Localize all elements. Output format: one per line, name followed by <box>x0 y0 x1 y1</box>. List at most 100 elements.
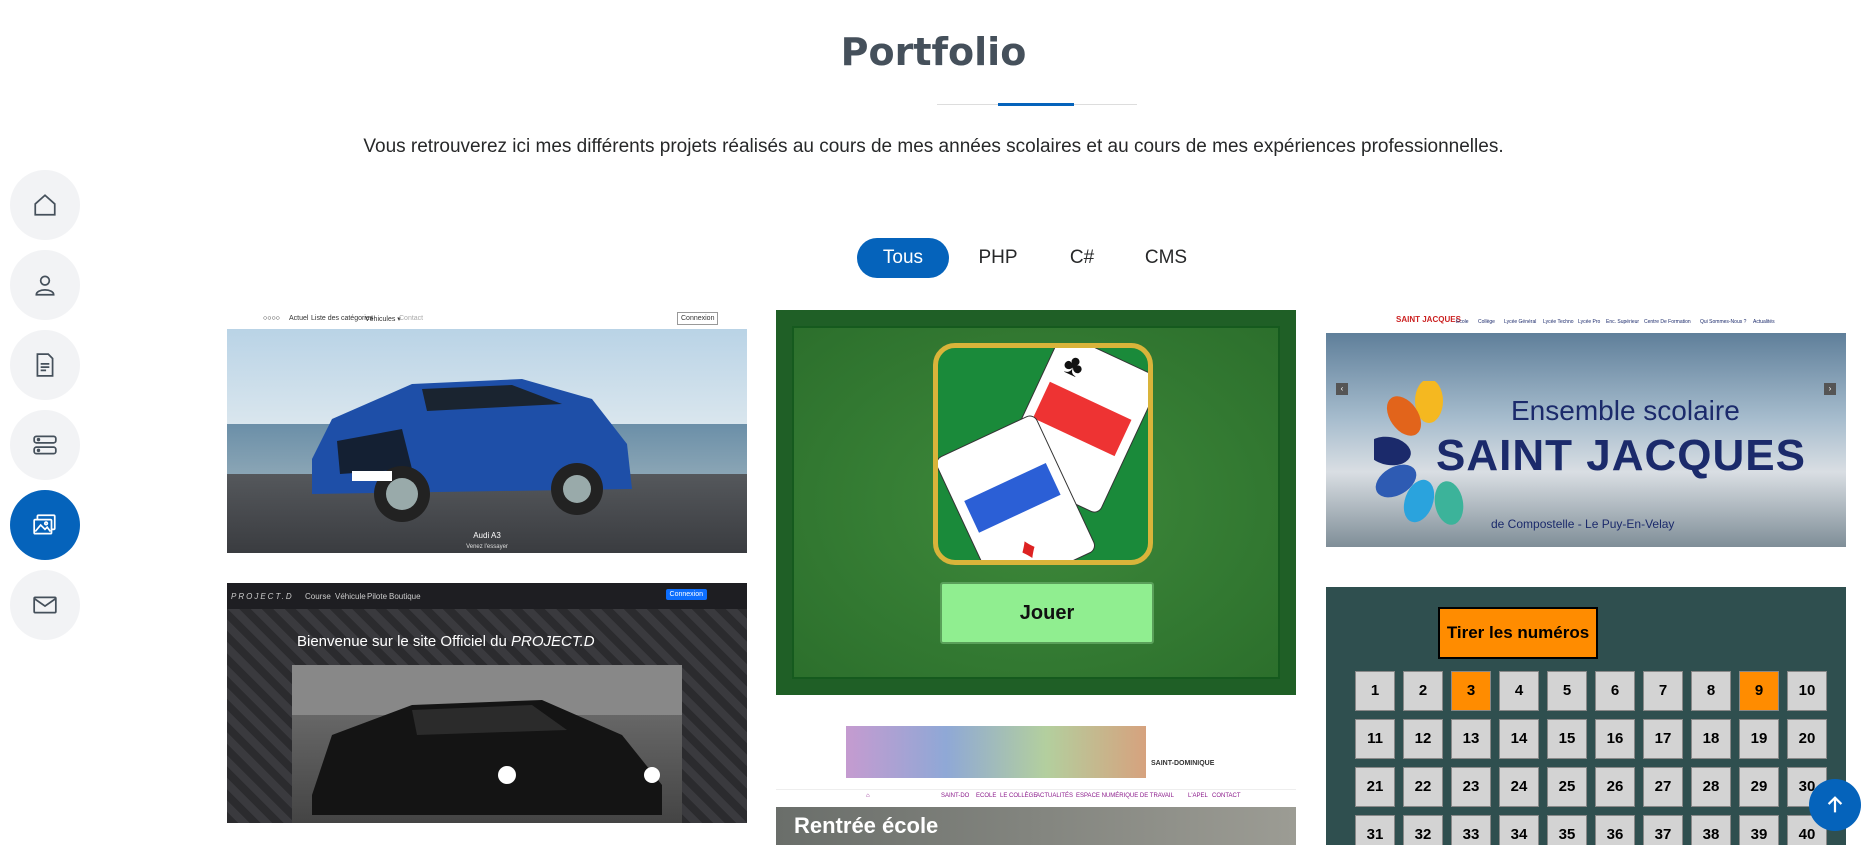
audi-subcaption: Venez l'essayer <box>466 544 508 550</box>
lotto-number-cell[interactable]: 10 <box>1787 671 1827 711</box>
project-lotto[interactable]: Tirer les numéros 1 2 3 4 5 6 7 8 9 10 11 12 13 14 15 1… <box>1326 587 1846 845</box>
lotto-number-cell[interactable]: 25 <box>1547 767 1587 807</box>
sj-nav-item: Lycée Général <box>1504 319 1537 325</box>
nav-resume-button[interactable] <box>10 330 80 400</box>
sdom-photo-collage <box>846 726 1146 778</box>
lotto-number-cell[interactable]: 6 <box>1595 671 1635 711</box>
projectd-nav-item: Boutique <box>389 592 421 601</box>
lotto-number-cell[interactable]: 16 <box>1595 719 1635 759</box>
sdom-menu-item: ACTUALITÉS <box>1036 793 1074 799</box>
sdom-menu: ⌂ SAINT-DO ECOLE LE COLLÈGE ACTUALITÉS E… <box>776 789 1296 802</box>
audi-caption: Audi A3 <box>473 531 501 540</box>
project-solitaire[interactable]: ♣ ♦ Jouer <box>776 310 1296 695</box>
sdom-menu-item: SAINT-DO <box>941 793 970 799</box>
lotto-number-cell[interactable]: 20 <box>1787 719 1827 759</box>
lotto-number-cell[interactable]: 3 <box>1451 671 1491 711</box>
lotto-number-cell[interactable]: 23 <box>1451 767 1491 807</box>
sj-prev-arrow-icon: ‹ <box>1336 383 1348 395</box>
projectd-welcome-text: Bienvenue sur le site Officiel du <box>297 633 512 650</box>
lotto-number-cell[interactable]: 13 <box>1451 719 1491 759</box>
sdom-menu-item: L'APEL <box>1188 793 1208 799</box>
lotto-number-cell[interactable]: 12 <box>1403 719 1443 759</box>
lotto-number-cell[interactable]: 14 <box>1499 719 1539 759</box>
sdom-logo-text: SAINT-DOMINIQUE <box>1151 760 1215 767</box>
nav-home-button[interactable] <box>10 170 80 240</box>
scroll-top-button[interactable] <box>1809 779 1861 831</box>
nav-services-button[interactable] <box>10 410 80 480</box>
projectd-nav-item: Véhicule <box>335 592 366 601</box>
home-icon <box>34 194 56 216</box>
lotto-number-cell[interactable]: 21 <box>1355 767 1395 807</box>
lotto-number-cell[interactable]: 38 <box>1691 815 1731 845</box>
lotto-number-cell[interactable]: 31 <box>1355 815 1395 845</box>
lotto-number-cell[interactable]: 32 <box>1403 815 1443 845</box>
filter-all[interactable]: Tous <box>857 238 949 278</box>
lotto-number-cell[interactable]: 27 <box>1643 767 1683 807</box>
projectd-nav-item: Pilote <box>367 592 388 601</box>
audi-car-image <box>312 379 632 522</box>
lotto-number-cell[interactable]: 18 <box>1691 719 1731 759</box>
sdom-banner-title: Rentrée école <box>794 813 939 838</box>
sj-nav-item: Lycée Techno <box>1543 319 1574 325</box>
sdom-menu-item: LE COLLÈGE <box>1000 793 1038 799</box>
lotto-number-cell[interactable]: 19 <box>1739 719 1779 759</box>
lotto-number-cell[interactable]: 11 <box>1355 719 1395 759</box>
lotto-number-cell[interactable]: 7 <box>1643 671 1683 711</box>
lotto-number-cell[interactable]: 22 <box>1403 767 1443 807</box>
audi-nav-item: Actuel <box>289 315 309 322</box>
project-saint-dominique[interactable]: SAINT-DOMINIQUE ⌂ SAINT-DO ECOLE LE COLL… <box>776 725 1296 845</box>
audi-nav-item: Contact <box>399 315 424 322</box>
sj-nav-item: Ecole <box>1456 319 1469 325</box>
lotto-number-cell[interactable]: 34 <box>1499 815 1539 845</box>
projectd-logo: PROJECT.D <box>231 592 294 601</box>
filter-cms[interactable]: CMS <box>1126 238 1206 278</box>
solitaire-card-icon: ♣ ♦ <box>933 343 1153 565</box>
project-projectd[interactable]: PROJECT.D Course Véhicule Pilote Boutiqu… <box>227 583 747 823</box>
lotto-number-cell[interactable]: 1 <box>1355 671 1395 711</box>
section-subtitle: Vous retrouverez ici mes différents proj… <box>363 136 1504 157</box>
project-saint-jacques[interactable]: SAINT JACQUES Ecole Collège Lycée Généra… <box>1326 309 1846 557</box>
project-audi[interactable]: ○○○○ Actuel Liste des catégories Véhicul… <box>227 309 747 553</box>
sdom-home-icon: ⌂ <box>866 793 870 799</box>
sj-logo: SAINT JACQUES <box>1396 315 1461 324</box>
lotto-number-cell[interactable]: 15 <box>1547 719 1587 759</box>
projectd-login-button: Connexion <box>665 589 707 600</box>
sj-nav-item: Enc. Supérieur <box>1606 319 1640 325</box>
nav-portfolio-button[interactable] <box>10 490 80 560</box>
audi-nav-item: Véhicules ▾ <box>365 316 401 323</box>
sj-nav-item: Collège <box>1478 319 1495 325</box>
lotto-number-cell[interactable]: 17 <box>1643 719 1683 759</box>
audi-login-button: Connexion <box>677 312 719 325</box>
lotto-number-cell[interactable]: 9 <box>1739 671 1779 711</box>
lotto-number-cell[interactable]: 35 <box>1547 815 1587 845</box>
projectd-welcome-brand: PROJECT.D <box>511 633 595 650</box>
sdom-menu-item: CONTACT <box>1212 793 1241 799</box>
projectd-nav-item: Course <box>305 592 331 601</box>
filter-php[interactable]: PHP <box>958 238 1038 278</box>
sj-nav-item: Actualités <box>1753 319 1775 325</box>
lotto-number-cell[interactable]: 37 <box>1643 815 1683 845</box>
lotto-number-cell[interactable]: 33 <box>1451 815 1491 845</box>
sdom-menu-item: ESPACE NUMÉRIQUE DE TRAVAIL <box>1076 793 1174 799</box>
document-icon <box>36 353 54 377</box>
lotto-number-cell[interactable]: 26 <box>1595 767 1635 807</box>
lotto-number-cell[interactable]: 2 <box>1403 671 1443 711</box>
lotto-number-cell[interactable]: 5 <box>1547 671 1587 711</box>
lotto-number-cell[interactable]: 8 <box>1691 671 1731 711</box>
server-icon <box>33 435 57 455</box>
lotto-number-cell[interactable]: 29 <box>1739 767 1779 807</box>
lotto-number-cell[interactable]: 36 <box>1595 815 1635 845</box>
lotto-number-cell[interactable]: 39 <box>1739 815 1779 845</box>
sj-line1: Ensemble scolaire <box>1511 395 1740 426</box>
solitaire-play-button: Jouer <box>940 582 1154 644</box>
lotto-number-cell[interactable]: 28 <box>1691 767 1731 807</box>
lotto-draw-button: Tirer les numéros <box>1438 607 1598 659</box>
nav-contact-button[interactable] <box>10 570 80 640</box>
nav-about-button[interactable] <box>10 250 80 320</box>
lotto-number-cell[interactable]: 4 <box>1499 671 1539 711</box>
person-icon <box>35 275 55 296</box>
sj-line2: SAINT JACQUES <box>1436 431 1806 480</box>
lotto-number-cell[interactable]: 24 <box>1499 767 1539 807</box>
title-accent-bar <box>998 103 1074 106</box>
filter-csharp[interactable]: C# <box>1047 238 1117 278</box>
